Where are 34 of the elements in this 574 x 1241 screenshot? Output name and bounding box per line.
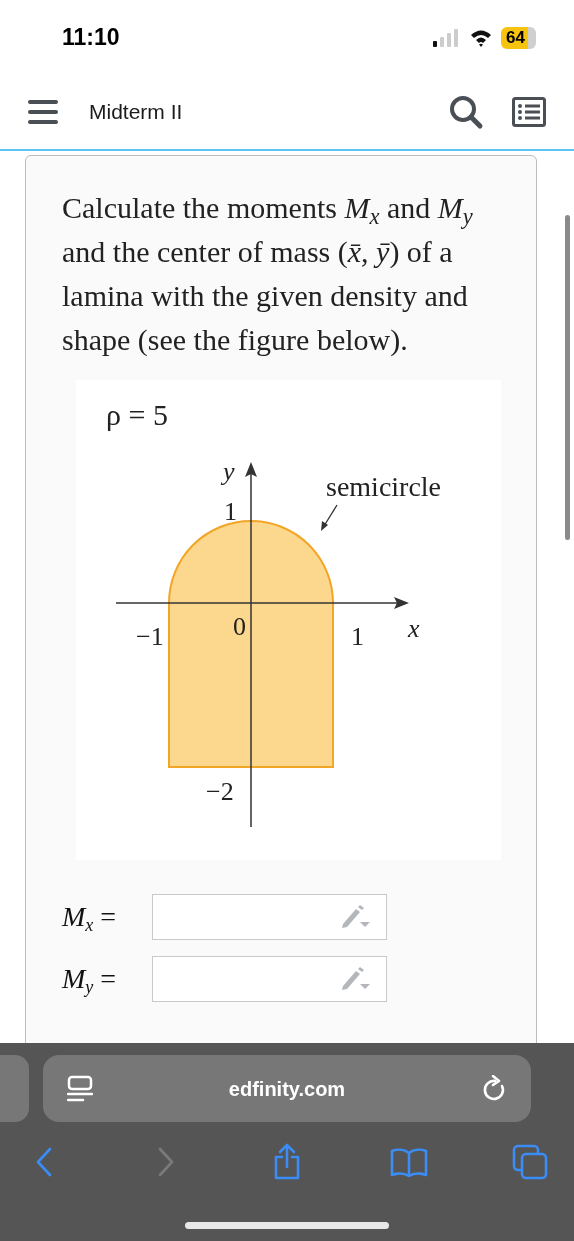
book-icon	[389, 1146, 428, 1178]
tick-label: −1	[136, 622, 164, 651]
reader-icon	[67, 1074, 93, 1103]
tabs-icon	[512, 1144, 548, 1180]
reload-icon	[481, 1074, 507, 1103]
chevron-left-icon	[34, 1146, 54, 1178]
annotation-label: semicircle	[326, 471, 442, 502]
density-label: ρ = 5	[106, 398, 168, 431]
list-icon[interactable]	[512, 97, 546, 127]
x-axis-label: x	[408, 614, 420, 643]
answer-box[interactable]	[152, 894, 387, 940]
answer-box[interactable]	[152, 956, 387, 1002]
tick-label: −2	[206, 777, 234, 806]
answer-label: M$_{y}$ =	[62, 962, 118, 999]
pencil-icon	[340, 966, 370, 992]
status-time: 11:10	[62, 23, 120, 53]
menu-icon[interactable]	[28, 100, 58, 124]
url-text: edfinity.com	[227, 1076, 347, 1102]
wifi-icon	[469, 28, 494, 47]
answer-label: M$_{x}$ =	[62, 900, 118, 937]
origin-label: 0	[233, 612, 246, 641]
tick-label: 1	[351, 622, 364, 651]
page-title: Midterm II	[89, 99, 183, 126]
tick-label: 1	[224, 497, 237, 526]
search-icon[interactable]	[448, 94, 484, 130]
address-bar[interactable]: edfinity.com	[43, 1055, 531, 1122]
y-axis-label: y	[223, 457, 235, 486]
pencil-icon	[340, 904, 370, 930]
previous-tab-edge	[0, 1055, 29, 1122]
leader-line	[321, 504, 338, 531]
question-text: Calculate the moments M$_{x}$ and M$_{y}$ and the center of mass (x̄, ȳ) of a lamina with the given density and shape (see the figure below).	[62, 190, 474, 358]
share-icon	[272, 1143, 302, 1181]
tabs-button[interactable]	[510, 1142, 550, 1182]
battery-indicator: 64	[501, 26, 536, 49]
